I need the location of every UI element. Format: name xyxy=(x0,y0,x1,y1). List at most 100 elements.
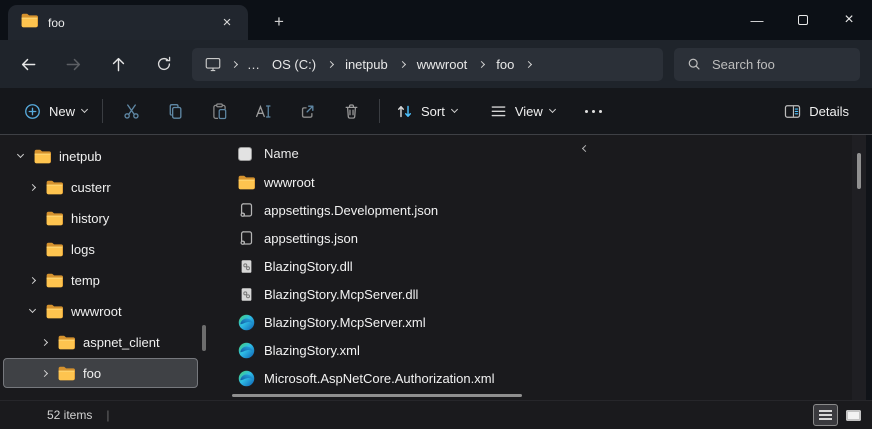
file-row-BlazingStory.McpServer.xml[interactable]: BlazingStory.McpServer.xml xyxy=(212,308,872,336)
explorer-tab-foo[interactable]: foo × xyxy=(8,5,248,40)
file-row-appsettings.json[interactable]: appsettings.json xyxy=(212,224,872,252)
tree-expand-chevron[interactable] xyxy=(40,338,48,346)
tab-label: foo xyxy=(48,15,65,30)
file-list: Name wwwroot appsettings.Development.jso… xyxy=(212,135,872,400)
details-panel-icon xyxy=(785,104,801,118)
breadcrumb-item-OS (C:)[interactable]: OS (C:) xyxy=(270,54,318,75)
tree-item-label: wwwroot xyxy=(71,303,122,319)
share-button[interactable] xyxy=(285,93,329,129)
tree-item-aspnet_client[interactable]: aspnet_client xyxy=(3,327,198,357)
breadcrumb-ellipsis[interactable]: … xyxy=(247,57,261,72)
up-button[interactable] xyxy=(96,46,141,82)
tree-item-wwwroot[interactable]: wwwroot xyxy=(3,296,198,326)
maximize-button[interactable] xyxy=(780,0,826,40)
sidebar-tree: inetpub custerr history logs temp wwwroo… xyxy=(0,135,212,400)
tab-close-button[interactable]: × xyxy=(216,12,238,34)
breadcrumb-chevron[interactable] xyxy=(478,60,486,68)
breadcrumb-item-inetpub[interactable]: inetpub xyxy=(343,54,390,75)
minimize-button[interactable]: — xyxy=(734,0,780,40)
cut-button[interactable] xyxy=(109,93,153,129)
back-button[interactable] xyxy=(6,46,51,82)
file-row-BlazingStory.dll[interactable]: BlazingStory.dll xyxy=(212,252,872,280)
tree-item-logs[interactable]: logs xyxy=(3,234,198,264)
edge-xml-icon xyxy=(237,342,255,359)
file-row-Microsoft.AspNetCore.Authorization.xml[interactable]: Microsoft.AspNetCore.Authorization.xml xyxy=(212,364,872,392)
breadcrumb-chevron[interactable] xyxy=(525,60,533,68)
search-input[interactable] xyxy=(712,56,842,72)
search-box[interactable] xyxy=(674,47,860,81)
view-icon xyxy=(491,105,506,116)
column-header-name[interactable]: Name xyxy=(264,146,299,161)
tree-item-history[interactable]: history xyxy=(3,203,198,233)
file-name: BlazingStory.dll xyxy=(264,258,353,274)
sort-icon xyxy=(398,105,412,117)
details-button-label: Details xyxy=(809,103,849,119)
forward-button[interactable] xyxy=(51,46,96,82)
tree-item-foo[interactable]: foo xyxy=(3,358,198,388)
back-icon xyxy=(21,58,36,70)
search-icon xyxy=(688,58,700,70)
folder-icon xyxy=(237,175,255,190)
more-options-button[interactable] xyxy=(576,93,611,129)
refresh-button[interactable] xyxy=(141,46,186,82)
maximize-icon xyxy=(798,15,808,25)
breadcrumb-item-wwwroot[interactable]: wwwroot xyxy=(415,54,470,75)
tree-expand-chevron[interactable] xyxy=(16,150,24,159)
large-thumbnails-toggle[interactable] xyxy=(841,404,866,426)
tree-item-custerr[interactable]: custerr xyxy=(3,172,198,202)
breadcrumb-chevron[interactable] xyxy=(398,60,406,68)
delete-button[interactable] xyxy=(329,93,373,129)
folder-icon xyxy=(58,335,75,350)
close-button[interactable]: × xyxy=(826,0,872,40)
address-bar[interactable]: … OS (C:) inetpub wwwroot foo xyxy=(192,47,663,81)
details-view-icon xyxy=(819,410,832,420)
cut-icon xyxy=(123,103,139,119)
file-row-appsettings.Development.json[interactable]: appsettings.Development.json xyxy=(212,196,872,224)
column-header-row: Name xyxy=(212,139,872,168)
tree-expand-chevron[interactable] xyxy=(28,276,36,284)
tree-expand-chevron[interactable] xyxy=(40,369,48,377)
copy-button[interactable] xyxy=(153,93,197,129)
tree-item-inetpub[interactable]: inetpub xyxy=(3,141,198,171)
tree-expand-chevron[interactable] xyxy=(28,305,36,314)
tree-expand-chevron[interactable] xyxy=(28,183,36,191)
file-name: appsettings.json xyxy=(264,230,358,246)
details-button[interactable]: Details xyxy=(774,93,858,129)
tree-item-label: temp xyxy=(71,272,100,288)
tree-item-temp[interactable]: temp xyxy=(3,265,198,295)
rename-button[interactable] xyxy=(241,93,285,129)
json-file-icon xyxy=(237,230,255,246)
select-all-checkbox[interactable] xyxy=(238,146,252,161)
vertical-scrollbar-thumb[interactable] xyxy=(857,153,861,189)
sidebar-scrollbar-thumb[interactable] xyxy=(202,325,206,351)
sort-button-label: Sort xyxy=(421,103,445,119)
breadcrumb-chevron[interactable] xyxy=(230,60,239,68)
view-dropdown-chevron xyxy=(548,105,556,114)
view-toggles xyxy=(813,404,866,426)
sort-button[interactable]: Sort xyxy=(386,93,466,129)
share-icon xyxy=(301,105,314,118)
tree-item-label: aspnet_client xyxy=(83,334,160,350)
file-row-wwwroot[interactable]: wwwroot xyxy=(212,168,872,196)
breadcrumb-chevron[interactable] xyxy=(327,60,335,68)
json-file-icon xyxy=(237,202,255,218)
titlebar: foo × + — × xyxy=(0,0,872,40)
folder-icon xyxy=(46,273,63,288)
sort-ascending-icon xyxy=(581,144,590,153)
file-row-BlazingStory.McpServer.dll[interactable]: BlazingStory.McpServer.dll xyxy=(212,280,872,308)
horizontal-scrollbar-thumb[interactable] xyxy=(232,394,522,397)
paste-button[interactable] xyxy=(197,93,241,129)
new-button[interactable]: New xyxy=(14,93,96,129)
file-row-BlazingStory.xml[interactable]: BlazingStory.xml xyxy=(212,336,872,364)
dll-file-icon xyxy=(237,259,255,274)
view-button-label: View xyxy=(514,103,543,119)
breadcrumb: OS (C:) inetpub wwwroot foo xyxy=(270,54,541,75)
breadcrumb-item-foo[interactable]: foo xyxy=(494,54,516,75)
file-name: BlazingStory.xml xyxy=(264,342,360,358)
view-button[interactable]: View xyxy=(480,93,564,129)
new-icon xyxy=(25,103,40,119)
file-explorer-window: foo × + — × … OS (C:) inetpub wwwroot foo xyxy=(0,0,872,429)
details-view-toggle[interactable] xyxy=(813,404,838,426)
new-tab-button[interactable]: + xyxy=(262,7,296,37)
refresh-icon xyxy=(157,56,170,71)
